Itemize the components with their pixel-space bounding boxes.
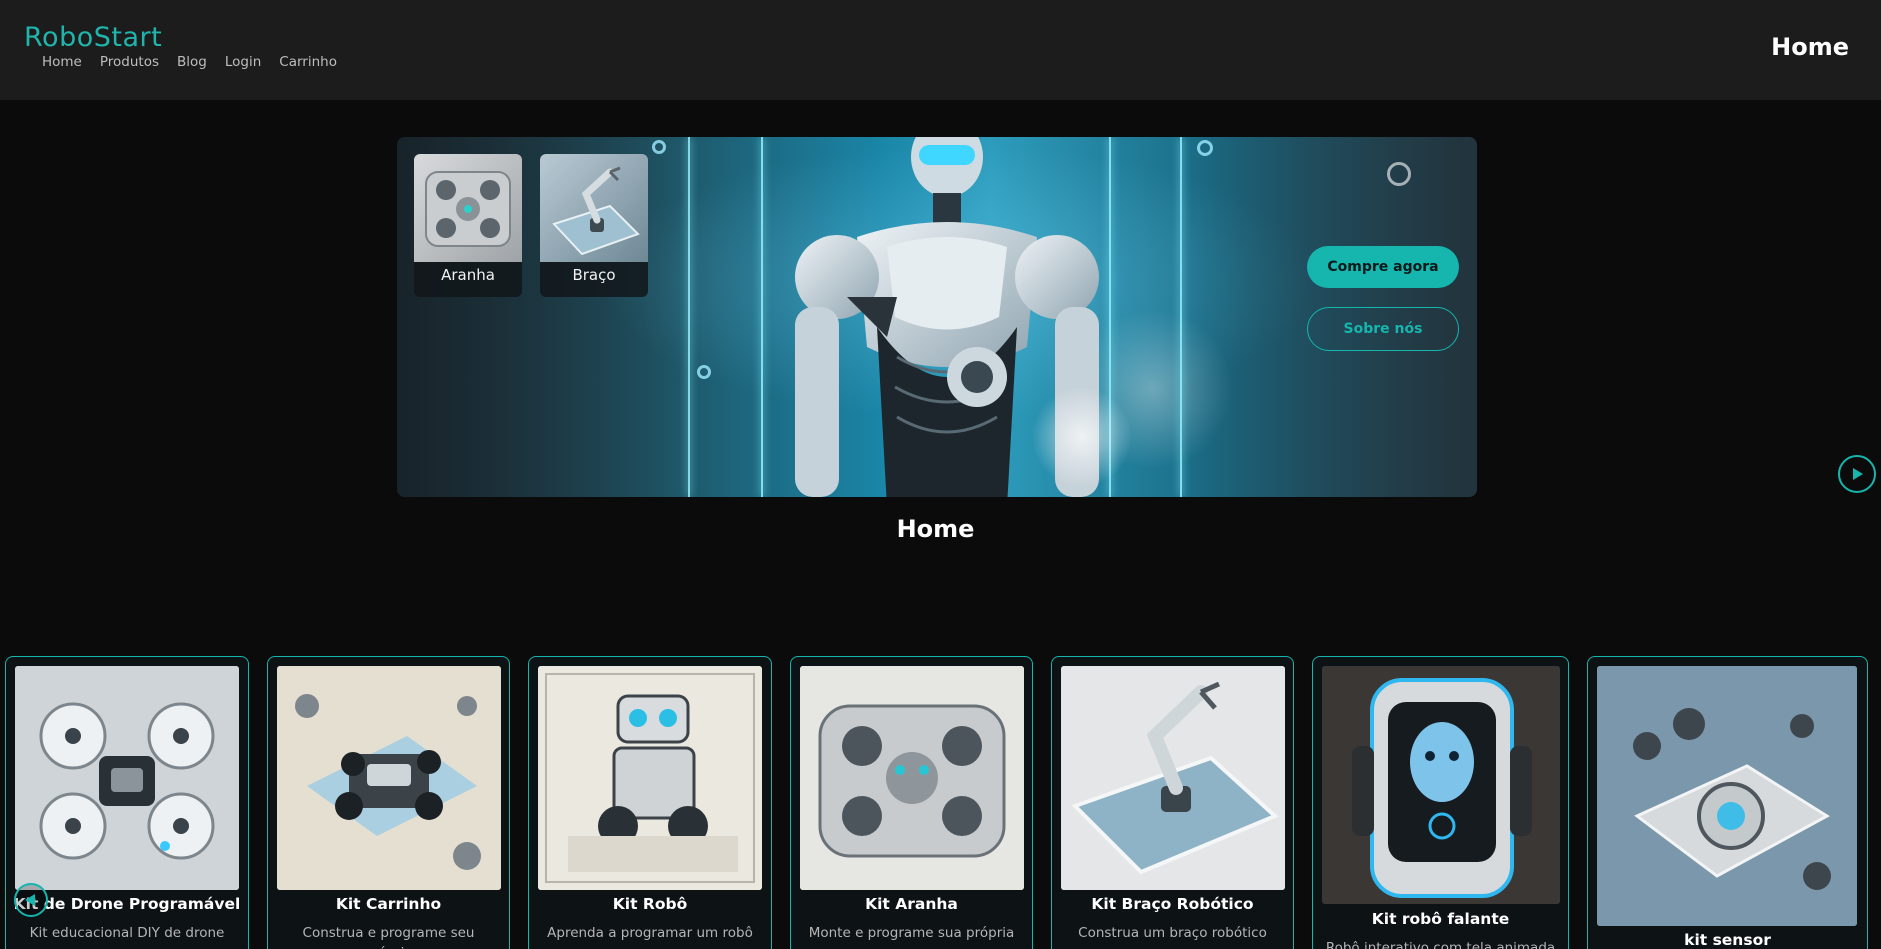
nav-login[interactable]: Login: [225, 54, 261, 70]
nav-carrinho[interactable]: Carrinho: [279, 54, 337, 70]
back-icon: [25, 894, 35, 906]
main-nav: Home Produtos Blog Login Carrinho: [42, 54, 337, 70]
carousel-prev-button[interactable]: [14, 883, 48, 917]
product-description: Construa um braço robótico: [1078, 925, 1267, 941]
robotic-arm-image: [540, 154, 648, 262]
product-title: Kit robô falante: [1371, 910, 1510, 928]
product-card-aranha[interactable]: Kit Aranha Monte e programe sua própria: [790, 656, 1033, 949]
spider-kit-image: [800, 666, 1024, 890]
circuit-node-icon: [652, 140, 666, 154]
circuit-node-icon: [1197, 140, 1213, 156]
product-title: Kit Robô: [612, 895, 688, 913]
brand-logo[interactable]: RoboStart: [24, 22, 162, 53]
product-card-robo-falante[interactable]: Kit robô falante Robô interativo com tel…: [1312, 656, 1569, 949]
page: RoboStart Home Produtos Blog Login Carri…: [0, 0, 1881, 949]
buy-now-button[interactable]: Compre agora: [1307, 246, 1459, 288]
play-icon: [1853, 468, 1863, 480]
circuit-node-icon: [697, 365, 711, 379]
product-title: kit sensor: [1684, 931, 1771, 949]
car-kit-image: [277, 666, 501, 890]
top-header: RoboStart Home Produtos Blog Login Carri…: [0, 0, 1881, 100]
product-title: Kit Braço Robótico: [1091, 895, 1254, 913]
nav-produtos[interactable]: Produtos: [100, 54, 159, 70]
drone-kit-image: [15, 666, 239, 890]
light-line: [1180, 137, 1182, 497]
product-card-carrinho[interactable]: Kit Carrinho Construa e programe seu pró…: [267, 656, 510, 949]
hero-banner: Aranha Braço Compre agora Sobre nós: [397, 137, 1477, 497]
robot-kit-image: [538, 666, 762, 890]
carousel-next-button[interactable]: [1838, 455, 1876, 493]
thumb-label: Braço: [572, 266, 616, 284]
product-title: Kit Aranha: [865, 895, 958, 913]
product-card-braco[interactable]: Kit Braço Robótico Construa um braço rob…: [1051, 656, 1294, 949]
product-title: Kit Carrinho: [335, 895, 442, 913]
robotic-arm-image: [1061, 666, 1285, 890]
thumb-braco[interactable]: Braço: [540, 154, 648, 297]
about-us-button[interactable]: Sobre nós: [1307, 307, 1459, 351]
product-description: Kit educacional DIY de drone para: [29, 925, 225, 949]
sensor-kit-image: [1597, 666, 1857, 926]
robot-illustration: [795, 137, 1132, 497]
product-description: Monte e programe sua própria: [808, 925, 1015, 941]
header-page-title: Home: [1771, 33, 1849, 61]
light-line: [688, 137, 690, 497]
nav-home[interactable]: Home: [42, 54, 82, 70]
product-description: Aprenda a programar um robô: [547, 925, 753, 941]
product-card-robo[interactable]: Kit Robô Aprenda a programar um robô: [528, 656, 772, 949]
product-description: Construa e programe seu próprio: [302, 925, 475, 949]
nav-blog[interactable]: Blog: [177, 54, 207, 70]
product-card-sensor[interactable]: kit sensor: [1587, 656, 1868, 949]
thumb-aranha[interactable]: Aranha: [414, 154, 522, 297]
section-title: Home: [896, 515, 975, 543]
circuit-node-icon: [1387, 162, 1411, 186]
thumb-label: Aranha: [441, 266, 495, 284]
talking-robot-image: [1322, 666, 1560, 904]
product-description: Robô interativo com tela animada: [1325, 940, 1556, 949]
spider-kit-image: [414, 154, 522, 262]
